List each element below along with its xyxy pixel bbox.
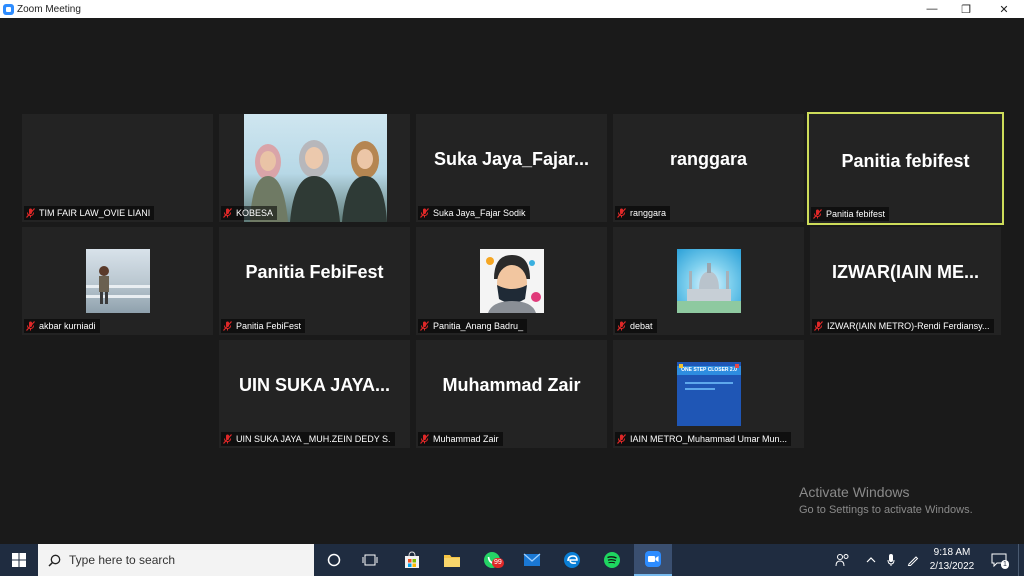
show-desktop-button[interactable] xyxy=(1018,544,1024,576)
people-button[interactable] xyxy=(832,544,854,576)
pen-icon xyxy=(907,556,919,566)
zoom-icon xyxy=(645,551,661,567)
video-gallery: TIM FAIR LAW_OVIE LIANI KOBESA Suka Jaya… xyxy=(0,18,1024,544)
clock-time: 9:18 AM xyxy=(933,547,971,558)
watermark-title: Activate Windows xyxy=(799,484,910,500)
participant-name-label: Panitia FebiFest xyxy=(221,319,306,333)
participant-tile[interactable]: KOBESA xyxy=(219,114,410,222)
start-button[interactable] xyxy=(0,544,38,576)
minimize-button[interactable]: — xyxy=(913,0,951,18)
participant-display-name: UIN SUKA JAYA... xyxy=(238,375,391,395)
edge-button[interactable] xyxy=(558,544,586,576)
windows-taskbar: Type here to search 99 9:18 AM 2/13/2022… xyxy=(0,544,1024,576)
close-button[interactable]: ✕ xyxy=(985,0,1023,18)
task-view-icon xyxy=(362,554,378,566)
participant-avatar: ONE STEP CLOSER 2.0 xyxy=(677,362,741,426)
muted-mic-icon xyxy=(813,209,822,219)
participant-tile[interactable]: TIM FAIR LAW_OVIE LIANI xyxy=(22,114,213,222)
file-explorer-button[interactable] xyxy=(438,544,466,576)
activate-windows-watermark: Activate Windows Go to Settings to activ… xyxy=(799,484,973,516)
participant-tile[interactable]: ranggara ranggara xyxy=(613,114,804,222)
participant-name-label: KOBESA xyxy=(221,206,278,220)
participant-tile[interactable]: Panitia FebiFest Panitia FebiFest xyxy=(219,227,410,335)
muted-mic-icon xyxy=(617,434,626,444)
restore-button[interactable]: ❐ xyxy=(947,0,985,18)
zoom-taskbar-button[interactable] xyxy=(634,544,672,576)
window-title: Zoom Meeting xyxy=(17,3,81,15)
notifications-button[interactable]: 1 xyxy=(986,544,1012,576)
microsoft-store-button[interactable] xyxy=(398,544,426,576)
participant-display-name: ranggara xyxy=(669,149,748,169)
muted-mic-icon xyxy=(420,321,429,331)
participant-name-label: Muhammad Zair xyxy=(418,432,503,446)
participant-tile[interactable]: Muhammad Zair Muhammad Zair xyxy=(416,340,607,448)
folder-icon xyxy=(444,555,460,567)
zoom-app-icon xyxy=(3,3,14,15)
participant-tile[interactable]: Panitia_Anang Badru_ xyxy=(416,227,607,335)
show-hidden-icons-button[interactable] xyxy=(862,544,880,576)
window-titlebar: Zoom Meeting — ❐ ✕ xyxy=(0,0,1024,18)
participant-avatar xyxy=(480,249,544,313)
microphone-tray-button[interactable] xyxy=(882,544,900,576)
muted-mic-icon xyxy=(617,208,626,218)
chevron-up-icon xyxy=(866,557,876,563)
search-placeholder: Type here to search xyxy=(69,553,176,567)
search-icon xyxy=(48,554,61,567)
muted-mic-icon xyxy=(814,321,823,331)
participant-display-name: IZWAR(IAIN ME... xyxy=(832,262,979,282)
windows-logo-icon xyxy=(12,553,26,567)
participant-tile[interactable]: akbar kurniadi xyxy=(22,227,213,335)
participant-display-name: Muhammad Zair xyxy=(442,375,581,395)
participant-tile[interactable]: ONE STEP CLOSER 2.0 IAIN METRO_Muhammad … xyxy=(613,340,804,448)
participant-tile[interactable]: IZWAR(IAIN ME... IZWAR(IAIN METRO)-Rendi… xyxy=(810,227,1001,335)
participant-avatar xyxy=(86,249,150,313)
participant-name-label: TIM FAIR LAW_OVIE LIANI xyxy=(24,206,155,220)
muted-mic-icon xyxy=(26,208,35,218)
whatsapp-badge: 99 xyxy=(492,558,504,568)
cortana-icon xyxy=(327,553,341,567)
pen-tray-button[interactable] xyxy=(904,544,922,576)
active-speaker-tile[interactable]: Panitia febifest Panitia febifest xyxy=(807,112,1004,225)
participant-name-label: Panitia febifest xyxy=(811,207,890,221)
task-view-button[interactable] xyxy=(356,544,384,576)
participant-avatar xyxy=(677,249,741,313)
participant-tile[interactable]: UIN SUKA JAYA... UIN SUKA JAYA _MUH.ZEIN… xyxy=(219,340,410,448)
notification-badge: 1 xyxy=(1001,560,1009,569)
clock-date: 2/13/2022 xyxy=(929,561,975,572)
participant-name-label: ranggara xyxy=(615,206,671,220)
edge-icon xyxy=(564,552,580,568)
participant-name-label: Panitia_Anang Badru_ xyxy=(418,319,528,333)
participant-tile[interactable]: Suka Jaya_Fajar... Suka Jaya_Fajar Sodik xyxy=(416,114,607,222)
store-bag-icon xyxy=(405,551,419,568)
participant-display-name: Panitia FebiFest xyxy=(245,262,384,282)
muted-mic-icon xyxy=(420,434,429,444)
participant-name-label: Suka Jaya_Fajar Sodik xyxy=(418,206,530,220)
spotify-icon xyxy=(604,552,620,568)
participant-name-label: debat xyxy=(615,319,657,333)
clock-button[interactable]: 9:18 AM 2/13/2022 xyxy=(924,544,980,576)
watermark-subtitle: Go to Settings to activate Windows. xyxy=(799,504,973,516)
participant-display-name: Suka Jaya_Fajar... xyxy=(433,149,590,169)
muted-mic-icon xyxy=(420,208,429,218)
participant-display-name: Panitia febifest xyxy=(841,151,970,171)
cortana-button[interactable] xyxy=(320,544,348,576)
participant-tile[interactable]: debat xyxy=(613,227,804,335)
participant-name-label: UIN SUKA JAYA _MUH.ZEIN DEDY S. xyxy=(221,432,395,446)
participant-name-label: IAIN METRO_Muhammad Umar Mun... xyxy=(615,432,792,446)
mail-button[interactable] xyxy=(518,544,546,576)
people-icon xyxy=(835,554,849,567)
muted-mic-icon xyxy=(223,321,232,331)
spotify-button[interactable] xyxy=(598,544,626,576)
mail-icon xyxy=(523,553,541,566)
muted-mic-icon xyxy=(223,208,232,218)
muted-mic-icon xyxy=(26,321,35,331)
whatsapp-button[interactable]: 99 xyxy=(478,544,506,576)
microphone-icon xyxy=(887,554,895,566)
muted-mic-icon xyxy=(617,321,626,331)
taskbar-search-box[interactable]: Type here to search xyxy=(38,544,314,576)
muted-mic-icon xyxy=(223,434,232,444)
participant-name-label: IZWAR(IAIN METRO)-Rendi Ferdiansy... xyxy=(812,319,994,333)
participant-name-label: akbar kurniadi xyxy=(24,319,100,333)
